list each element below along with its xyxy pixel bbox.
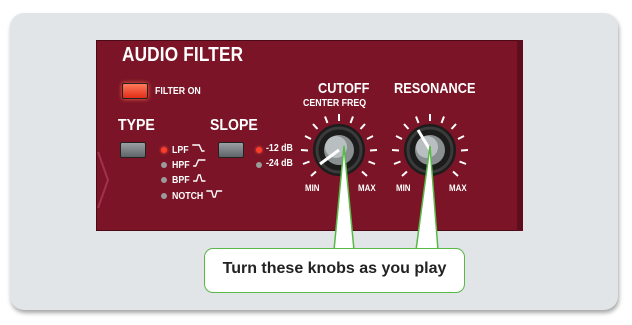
filter-on-label: FILTER ON: [155, 86, 201, 97]
pointer-joint-left: [333, 249, 355, 253]
panel-edge: [517, 40, 523, 231]
type-option-notch: NOTCH: [172, 189, 223, 202]
type-option-hpf: HPF: [172, 158, 206, 171]
panel-title: AUDIO FILTER: [122, 44, 244, 66]
cutoff-min-label: MIN: [305, 183, 320, 193]
notch-wave-icon: [206, 190, 223, 198]
slope-option-12db: -12 dB: [266, 143, 293, 154]
type-button[interactable]: [120, 142, 146, 158]
callout-box: Turn these knobs as you play: [204, 248, 465, 293]
panel-chevron-icon: [97, 151, 110, 209]
lpf-led: [161, 147, 167, 153]
lpf-wave-icon: [191, 144, 205, 152]
hpf-wave-icon: [192, 159, 206, 167]
slope-button[interactable]: [218, 142, 244, 158]
notch-led: [161, 193, 167, 199]
callout-text: Turn these knobs as you play: [222, 260, 447, 277]
slope-label: SLOPE: [210, 117, 258, 134]
resonance-label: RESONANCE: [394, 80, 476, 97]
cutoff-label: CUTOFF: [318, 80, 370, 97]
resonance-max-label: MAX: [449, 183, 467, 193]
type-option-lpf: LPF: [172, 143, 205, 156]
slope-12-led: [256, 147, 262, 153]
slope-option-24db: -24 dB: [266, 158, 293, 169]
cutoff-sublabel: CENTER FREQ: [303, 98, 367, 109]
type-label: TYPE: [118, 117, 155, 134]
bpf-led: [161, 177, 167, 183]
bpf-wave-icon: [192, 174, 206, 182]
filter-on-button[interactable]: [122, 83, 148, 99]
pointer-joint-right: [416, 249, 440, 253]
slope-24-led: [256, 162, 262, 168]
type-option-bpf: BPF: [172, 173, 206, 186]
hpf-led: [161, 162, 167, 168]
callout-pointers: [333, 145, 439, 251]
